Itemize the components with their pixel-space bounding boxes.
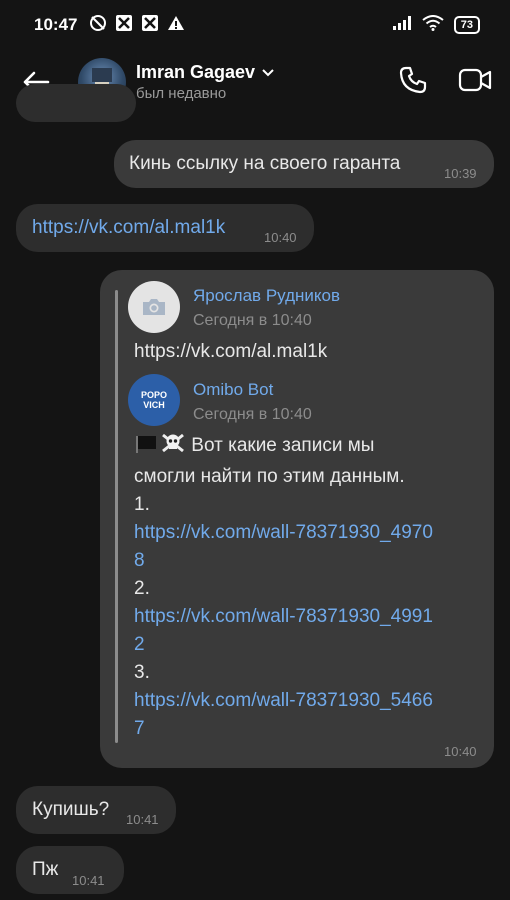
bot-intro-line1: Вот какие записи мы — [191, 435, 375, 456]
forward-author-name[interactable]: Omibo Bot — [193, 380, 273, 400]
call-button[interactable] — [398, 65, 428, 100]
list-number: 1. — [134, 494, 150, 515]
list-number: 3. — [134, 662, 150, 683]
result-link-2[interactable]: https://vk.com/wall-78371930_4991 2 — [134, 603, 479, 659]
forward-link[interactable]: https://vk.com/al.mal1k — [134, 338, 327, 366]
result-link-1-part[interactable]: 8 — [134, 547, 479, 575]
signal-icon — [392, 15, 412, 36]
message-time: 10:40 — [264, 230, 297, 245]
message-time: 10:40 — [444, 744, 477, 759]
forward-author-avatar[interactable] — [128, 281, 180, 333]
list-number: 2. — [134, 578, 150, 599]
contact-info[interactable]: Imran Gagaev был недавно — [136, 62, 398, 102]
result-link-3-part[interactable]: 7 — [134, 715, 479, 743]
result-link-2-part[interactable]: 2 — [134, 631, 479, 659]
result-link-2-part[interactable]: https://vk.com/wall-78371930_4991 — [134, 603, 479, 631]
video-call-button[interactable] — [458, 67, 492, 98]
message-time: 10:41 — [72, 873, 105, 888]
phone-icon — [399, 66, 427, 93]
camera-icon — [143, 299, 165, 315]
contact-name-text: Imran Gagaev — [136, 62, 256, 82]
bot-avatar[interactable]: POPOVICH — [128, 374, 180, 426]
message-text: Купишь? — [32, 799, 110, 820]
header-actions — [398, 65, 492, 100]
forward-author-name[interactable]: Ярослав Рудников — [193, 286, 340, 306]
message-incoming[interactable]: https://vk.com/al.mal1k 10:40 — [16, 204, 314, 252]
result-link-3[interactable]: https://vk.com/wall-78371930_5466 7 — [134, 687, 479, 743]
result-link-1-part[interactable]: https://vk.com/wall-78371930_4970 — [134, 519, 479, 547]
wifi-icon — [422, 14, 444, 36]
message-list[interactable]: Кинь ссылку на своего гаранта 10:39 http… — [0, 84, 510, 900]
status-left: 10:47 — [34, 14, 185, 37]
status-bar: 10:47 73 — [0, 0, 510, 50]
message-incoming[interactable]: Купишь? 10:41 — [16, 786, 176, 834]
bot-intro-line2: смогли найти по этим данным. — [134, 466, 405, 487]
message-incoming[interactable]: Пж 10:41 — [16, 846, 124, 894]
notification-app-icon — [115, 14, 133, 37]
video-camera-icon — [458, 68, 492, 91]
message-outgoing-forwarded[interactable]: Ярослав Рудников Сегодня в 10:40 https:/… — [100, 270, 494, 768]
contact-name[interactable]: Imran Gagaev — [136, 62, 398, 83]
skull-crossbones-icon — [160, 432, 186, 463]
warning-icon — [167, 14, 185, 37]
message-link[interactable]: https://vk.com/al.mal1k — [32, 217, 225, 239]
result-link-1[interactable]: https://vk.com/wall-78371930_4970 8 — [134, 519, 479, 575]
forward-date: Сегодня в 10:40 — [193, 406, 312, 423]
result-link-3-part[interactable]: https://vk.com/wall-78371930_5466 — [134, 687, 479, 715]
bot-message-line: Вот какие записи мы — [134, 432, 479, 463]
message-time: 10:41 — [126, 812, 159, 827]
message-text: Кинь ссылку на своего гаранта — [129, 153, 401, 174]
message-text: Пж — [32, 859, 59, 880]
do-not-disturb-icon — [89, 14, 107, 37]
status-right: 73 — [392, 14, 480, 36]
forward-indicator-line — [115, 290, 118, 743]
bot-message-text: Вот какие записи мы смогли найти по этим… — [134, 432, 479, 743]
chevron-down-icon — [262, 68, 274, 76]
status-time: 10:47 — [34, 15, 78, 34]
message-bubble-partial[interactable] — [16, 84, 136, 122]
contact-status: был недавно — [136, 85, 227, 102]
flag-icon — [134, 432, 160, 463]
forward-date: Сегодня в 10:40 — [193, 312, 312, 329]
message-time: 10:39 — [444, 166, 477, 181]
notification-app-icon — [141, 14, 159, 37]
battery-indicator: 73 — [453, 16, 480, 34]
message-outgoing[interactable]: Кинь ссылку на своего гаранта 10:39 — [114, 140, 494, 188]
bot-avatar-text: POPOVICH — [140, 390, 167, 410]
